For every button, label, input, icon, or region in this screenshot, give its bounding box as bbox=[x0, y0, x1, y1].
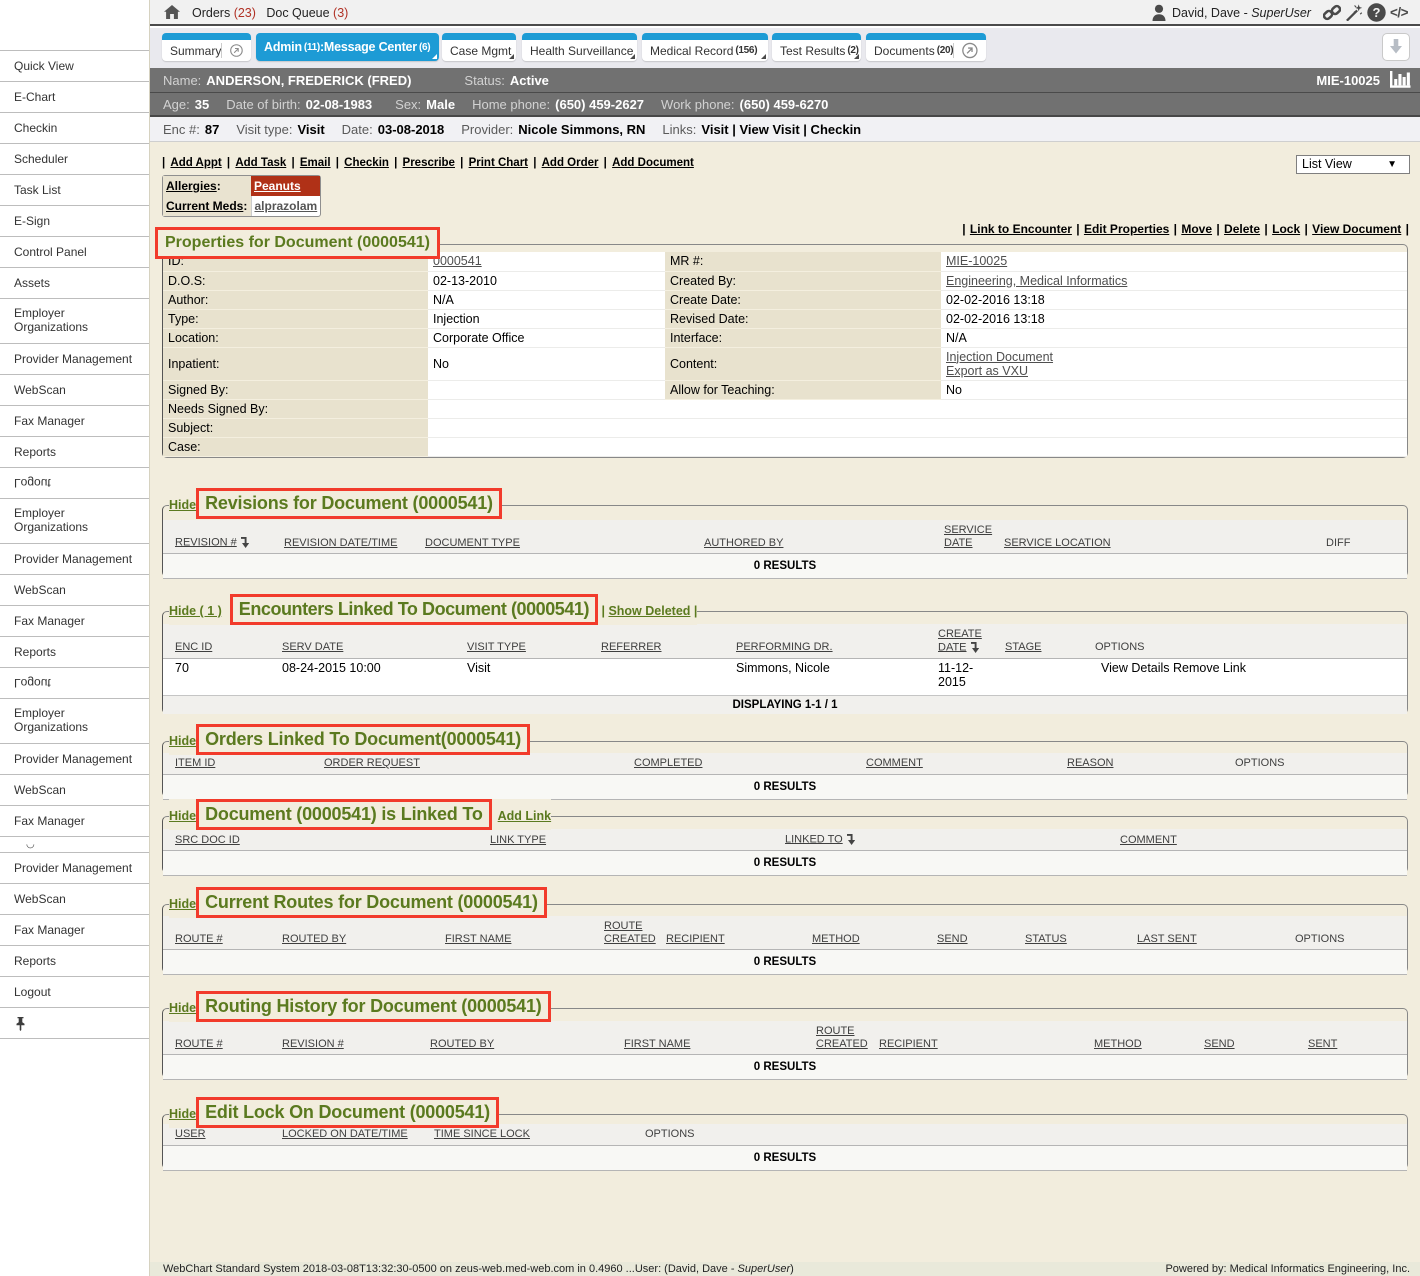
svg-text:?: ? bbox=[1372, 5, 1380, 20]
